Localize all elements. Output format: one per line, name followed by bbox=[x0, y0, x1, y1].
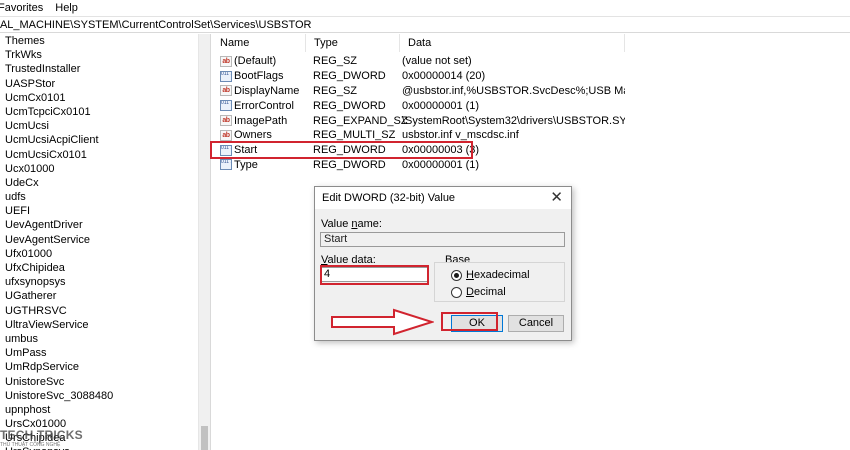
string-value-icon: ab bbox=[220, 55, 232, 67]
hexadecimal-radio[interactable]: Hexadecimal bbox=[451, 269, 530, 281]
value-row[interactable]: 011 110 010BootFlags REG_DWORD 0x00000014 … bbox=[212, 69, 850, 84]
value-name-cell: ab DisplayName bbox=[212, 85, 306, 97]
tree-item[interactable]: UmRdpService bbox=[0, 360, 210, 374]
dialog-title-bar: Edit DWORD (32-bit) Value ✕ bbox=[315, 187, 571, 209]
hexadecimal-radio-dot[interactable] bbox=[451, 269, 462, 281]
tree-item[interactable]: UGatherer bbox=[0, 289, 210, 303]
value-name-label: Value name: bbox=[321, 218, 382, 230]
binary-value-icon: 011 110 010 bbox=[220, 70, 232, 82]
value-data-cell: usbstor.inf v_mscdsc.inf bbox=[402, 129, 519, 142]
tree-item[interactable]: ufxsynopsys bbox=[0, 275, 210, 289]
tree-item[interactable]: UevAgentService bbox=[0, 233, 210, 247]
address-path: CAL_MACHINE\SYSTEM\CurrentControlSet\Ser… bbox=[0, 19, 312, 31]
tree-item[interactable]: UcmUcsi bbox=[0, 119, 210, 133]
value-name-text: ErrorControl bbox=[234, 99, 294, 112]
value-row[interactable]: ab DisplayName REG_SZ @usbstor.inf,%USBSTOR… bbox=[212, 84, 850, 99]
arrow-right-icon bbox=[331, 308, 434, 336]
tree-scrollbar[interactable] bbox=[198, 34, 210, 450]
ok-button-highlight bbox=[441, 312, 498, 331]
value-data-cell: 0x00000001 (1) bbox=[402, 99, 480, 112]
value-name-cell: ab Owners bbox=[212, 129, 306, 141]
value-row[interactable]: ab (Default) REG_SZ (value not set) bbox=[212, 54, 850, 69]
column-header-name[interactable]: Name bbox=[212, 34, 306, 52]
tree-item[interactable]: UcmUcsiAcpiClient bbox=[0, 133, 210, 147]
string-value-icon: ab bbox=[220, 85, 232, 97]
tree-item[interactable]: UEFI bbox=[0, 204, 210, 218]
tree-item[interactable]: UASPStor bbox=[0, 77, 210, 91]
value-type-cell: REG_DWORD bbox=[313, 70, 386, 83]
address-bar[interactable]: CAL_MACHINE\SYSTEM\CurrentControlSet\Ser… bbox=[0, 16, 850, 33]
decimal-radio[interactable]: Decimal bbox=[451, 286, 506, 298]
tree-item[interactable]: UmPass bbox=[0, 346, 210, 360]
value-name-cell: 011 110 010Type bbox=[212, 159, 306, 171]
menu-favorites[interactable]: Favorites bbox=[0, 0, 49, 16]
tree-item[interactable]: UevAgentDriver bbox=[0, 218, 210, 232]
value-type-cell: REG_SZ bbox=[313, 55, 358, 68]
cancel-button[interactable]: Cancel bbox=[508, 315, 564, 332]
value-row[interactable]: ab ImagePath REG_EXPAND_SZ \SystemRoot\Syst… bbox=[212, 113, 850, 128]
value-type-cell: REG_DWORD bbox=[313, 99, 386, 112]
tree-item[interactable]: UcmCx0101 bbox=[0, 91, 210, 105]
tree-item[interactable]: UcmTcpciCx0101 bbox=[0, 105, 210, 119]
tree-item[interactable]: UGTHRSVC bbox=[0, 304, 210, 318]
dialog-title: Edit DWORD (32-bit) Value bbox=[322, 192, 456, 204]
column-header-data[interactable]: Data bbox=[400, 34, 625, 52]
tree-item[interactable]: Themes bbox=[0, 34, 210, 48]
value-data-cell: 0x00000001 (1) bbox=[402, 158, 480, 171]
value-type-cell: REG_SZ bbox=[313, 84, 358, 97]
tree-item[interactable]: TrustedInstaller bbox=[0, 62, 210, 76]
value-name-cell: ab ImagePath bbox=[212, 115, 306, 127]
value-name-text: BootFlags bbox=[234, 70, 284, 83]
value-name-text: Type bbox=[234, 158, 258, 171]
tree-item[interactable]: udfs bbox=[0, 190, 210, 204]
values-column-headers: Name Type Data bbox=[212, 34, 850, 52]
registry-key-tree: Themes TrkWks TrustedInstaller UASPStor UcmC… bbox=[0, 34, 211, 450]
tree-item[interactable]: Ucx01000 bbox=[0, 162, 210, 176]
binary-value-icon: 011 110 010 bbox=[220, 159, 232, 171]
value-row[interactable]: 011 110 010Type REG_DWORD 0x00000001 (1) bbox=[212, 158, 850, 173]
tree-item[interactable]: UdeCx bbox=[0, 176, 210, 190]
tree-scrollbar-thumb[interactable] bbox=[201, 426, 208, 450]
column-header-type[interactable]: Type bbox=[306, 34, 400, 52]
menu-bar: Favorites Help bbox=[0, 0, 850, 16]
value-data-cell: (value not set) bbox=[402, 55, 472, 68]
tree-item[interactable]: UcmUcsiCx0101 bbox=[0, 148, 210, 162]
value-name-cell: 011 110 010BootFlags bbox=[212, 70, 306, 82]
string-value-icon: ab bbox=[220, 129, 232, 141]
value-data-cell: \SystemRoot\System32\drivers\USBSTOR.SYS bbox=[402, 114, 625, 127]
value-name-cell: 011 110 010ErrorControl bbox=[212, 100, 306, 112]
value-type-cell: REG_EXPAND_SZ bbox=[313, 114, 408, 127]
value-data-cell: 0x00000014 (20) bbox=[402, 70, 486, 83]
value-name-text: ImagePath bbox=[234, 114, 288, 127]
watermark-text: TECH TRICKS bbox=[0, 428, 83, 442]
value-name-text: (Default) bbox=[234, 55, 277, 68]
value-row[interactable]: 011 110 010ErrorControl REG_DWORD 0x000000… bbox=[212, 98, 850, 113]
close-icon[interactable]: ✕ bbox=[550, 189, 563, 206]
decimal-radio-dot[interactable] bbox=[451, 286, 462, 298]
tree-item[interactable]: umbus bbox=[0, 332, 210, 346]
value-data-cell: @usbstor.inf,%USBSTOR.SvcDesc%;USB Mass … bbox=[402, 84, 625, 97]
value-name-field: Start bbox=[320, 232, 565, 247]
value-data-highlight bbox=[320, 265, 429, 285]
value-type-cell: REG_MULTI_SZ bbox=[313, 129, 396, 142]
start-value-highlight bbox=[210, 141, 473, 159]
binary-value-icon: 011 110 010 bbox=[220, 100, 232, 112]
tree-item[interactable]: UnistoreSvc_3088480 bbox=[0, 389, 210, 403]
value-type-cell: REG_DWORD bbox=[313, 158, 386, 171]
value-name-text: Owners bbox=[234, 129, 272, 142]
tree-item[interactable]: UltraViewService bbox=[0, 318, 210, 332]
tree-item[interactable]: UfxChipidea bbox=[0, 261, 210, 275]
tree-item[interactable]: Ufx01000 bbox=[0, 247, 210, 261]
value-name-cell: ab (Default) bbox=[212, 55, 306, 67]
menu-help[interactable]: Help bbox=[49, 0, 84, 16]
tree-item[interactable]: TrkWks bbox=[0, 48, 210, 62]
value-name-text: DisplayName bbox=[234, 84, 300, 97]
string-value-icon: ab bbox=[220, 115, 232, 127]
watermark-logo: TECH TRICKS THỦ THUẬT CÔNG NGHỆ bbox=[0, 402, 90, 450]
tree-item[interactable]: UnistoreSvc bbox=[0, 375, 210, 389]
watermark-subtext: THỦ THUẬT CÔNG NGHỆ bbox=[0, 442, 61, 448]
